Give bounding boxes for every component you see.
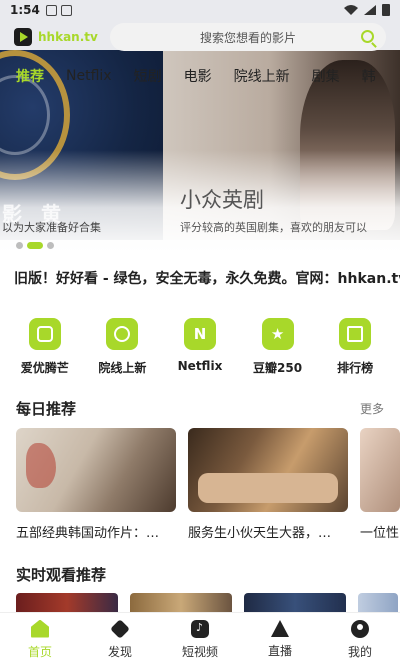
search-icon[interactable] xyxy=(361,30,374,43)
quick-link-douban[interactable]: ★ 豆瓣250 xyxy=(243,318,313,380)
notification-icon xyxy=(45,4,57,16)
more-link[interactable]: 更多 xyxy=(360,400,384,417)
nav-label: 直播 xyxy=(267,644,292,658)
list-item[interactable]: 五部经典韩国动作片：… xyxy=(16,428,176,540)
banner-pagination xyxy=(16,242,54,249)
tab-short-drama[interactable]: 短剧 xyxy=(134,66,162,86)
app-notification-icon xyxy=(60,4,72,16)
tab-series[interactable]: 剧集 xyxy=(312,66,340,86)
list-item[interactable]: 一位性 xyxy=(360,428,400,540)
search-bar[interactable]: 搜索您想看的影片 xyxy=(110,23,386,51)
top-header: hhkan.tv 搜索您想看的影片 xyxy=(0,22,400,52)
pagination-dot xyxy=(47,242,54,249)
nav-label: 我的 xyxy=(347,644,372,659)
pagination-dot xyxy=(16,242,23,249)
tv-icon xyxy=(28,318,61,350)
video-thumbnail xyxy=(360,428,400,512)
video-thumbnail[interactable] xyxy=(358,593,398,613)
bottom-nav: 首页 发现 短视频 直播 我的 xyxy=(0,612,400,666)
quick-link-label: 豆瓣250 xyxy=(253,361,303,375)
video-title: 五部经典韩国动作片：… xyxy=(16,526,160,540)
signal-icon xyxy=(364,5,376,15)
nav-label: 短视频 xyxy=(181,644,218,659)
netflix-icon: N xyxy=(183,318,216,350)
home-icon xyxy=(31,619,49,638)
logo-play-icon xyxy=(14,28,32,46)
wifi-icon xyxy=(344,5,358,15)
live-icon xyxy=(271,620,289,637)
cinema-icon xyxy=(106,318,139,350)
daily-list: 五部经典韩国动作片：… 服务生小伙天生大器，… 一位性 xyxy=(16,428,400,540)
tab-new-in-cinema[interactable]: 院线上新 xyxy=(234,66,290,86)
category-tabs: 推荐 Netflix 短剧 电影 院线上新 剧集 韩 xyxy=(0,62,400,90)
tab-netflix[interactable]: Netflix xyxy=(66,68,112,84)
discover-icon xyxy=(110,618,130,639)
tab-recommend[interactable]: 推荐 xyxy=(16,66,44,86)
status-time: 1:54 xyxy=(10,3,40,17)
profile-icon xyxy=(351,619,369,638)
video-title: 一位性 xyxy=(360,526,400,540)
video-thumbnail[interactable] xyxy=(244,593,346,613)
quick-link-ayt[interactable]: 爱优腾芒 xyxy=(10,318,80,380)
short-video-icon xyxy=(191,619,209,638)
banner-left-subtitle: 以为大家准备好合集 xyxy=(2,221,101,234)
status-bar: 1:54 xyxy=(0,0,400,20)
tab-korean[interactable]: 韩 xyxy=(362,66,376,86)
logo-text: hhkan.tv xyxy=(38,30,98,44)
nav-label: 发现 xyxy=(107,644,132,659)
app-logo[interactable]: hhkan.tv xyxy=(14,28,110,46)
quick-link-label: 爱优腾芒 xyxy=(20,361,69,375)
star-icon: ★ xyxy=(261,318,294,350)
realtime-list xyxy=(16,593,400,613)
quick-link-ranking[interactable]: 排行榜 xyxy=(320,318,390,380)
pagination-dot-active xyxy=(27,242,43,249)
realtime-section-title: 实时观看推荐 xyxy=(16,566,107,584)
quick-link-label: Netflix xyxy=(177,359,223,373)
video-thumbnail xyxy=(188,428,348,512)
nav-short-video[interactable]: 短视频 xyxy=(170,619,230,660)
video-thumbnail[interactable] xyxy=(130,593,232,613)
banner-right-title: 小众英剧 xyxy=(180,188,264,212)
tab-movies[interactable]: 电影 xyxy=(184,66,212,86)
nav-label: 首页 xyxy=(27,644,52,659)
video-thumbnail xyxy=(16,428,176,512)
quick-link-label: 院线上新 xyxy=(98,361,147,375)
daily-section-title: 每日推荐 xyxy=(16,400,77,418)
ranking-icon xyxy=(339,318,372,350)
nav-discover[interactable]: 发现 xyxy=(90,618,150,660)
search-placeholder: 搜索您想看的影片 xyxy=(199,30,296,45)
banner-right-subtitle: 评分较高的英国剧集，喜欢的朋友可以 xyxy=(180,221,367,234)
notice-marquee: 旧版！好好看 - 绿色，安全无毒，永久免费。官网：hhkan.tv xyxy=(14,271,400,287)
battery-icon xyxy=(382,4,390,16)
nav-profile[interactable]: 我的 xyxy=(330,619,390,660)
video-thumbnail[interactable] xyxy=(16,593,118,613)
quick-link-netflix[interactable]: N Netflix xyxy=(165,318,235,380)
quick-link-cinema[interactable]: 院线上新 xyxy=(87,318,157,380)
nav-live[interactable]: 直播 xyxy=(250,620,310,659)
nav-home[interactable]: 首页 xyxy=(10,619,70,660)
video-title: 服务生小伙天生大器，… xyxy=(188,526,332,540)
list-item[interactable]: 服务生小伙天生大器，… xyxy=(188,428,348,540)
quick-links: 爱优腾芒 院线上新 N Netflix ★ 豆瓣250 排行榜 xyxy=(0,318,400,380)
quick-link-label: 排行榜 xyxy=(337,361,374,375)
